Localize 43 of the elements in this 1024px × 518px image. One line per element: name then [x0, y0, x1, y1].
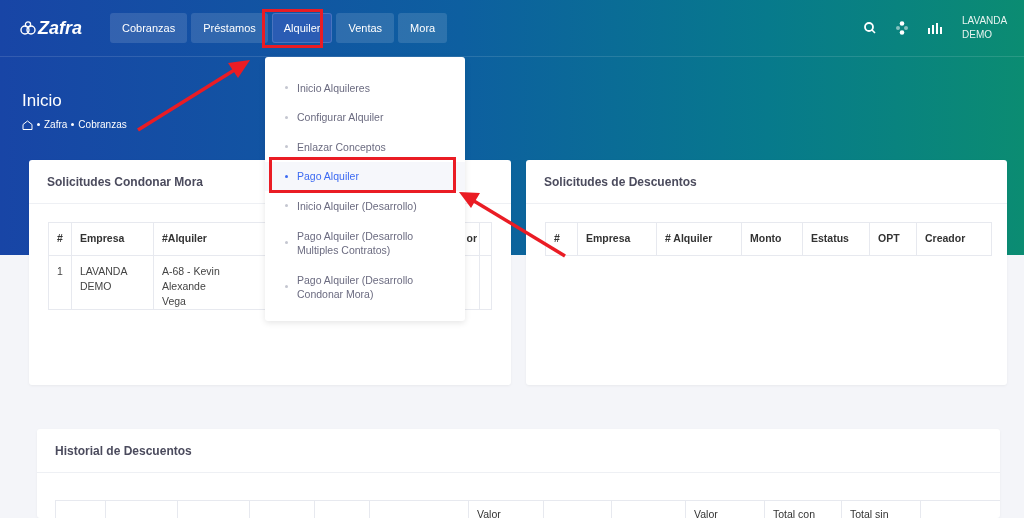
logo-icon — [20, 21, 36, 35]
search-icon[interactable] — [864, 22, 876, 34]
column-header: Empresa — [586, 232, 631, 245]
home-icon[interactable] — [22, 119, 33, 130]
separator-icon — [71, 123, 75, 127]
menu-item[interactable]: Configurar Alquiler — [265, 102, 465, 132]
column-header: Total sin — [850, 508, 889, 518]
apps-icon[interactable] — [896, 21, 908, 35]
nav-tab[interactable]: Mora — [398, 13, 448, 43]
column-header: or — [466, 232, 477, 245]
menu-item[interactable]: Pago Alquiler — [265, 161, 465, 191]
column-header: #Alquiler — [162, 232, 207, 245]
breadcrumb-link[interactable]: Cobranzas — [78, 117, 127, 133]
column-header: Monto — [750, 232, 782, 245]
table-cell: 1 — [57, 265, 63, 277]
card-title: Historial de Descuentos — [37, 429, 1000, 473]
nav-tab[interactable]: Cobranzas — [110, 13, 188, 43]
separator-icon — [37, 123, 40, 127]
menu-item[interactable]: Enlazar Conceptos — [265, 132, 465, 162]
column-header: Valor — [477, 508, 501, 518]
menu-item[interactable]: Pago Alquiler (Desarrollo Multiples Contratos) — [265, 220, 465, 265]
column-header: Empresa — [80, 232, 125, 245]
card-title: Solicitudes de Descuentos — [526, 160, 1007, 204]
nav-tab[interactable]: Ventas — [336, 13, 395, 43]
nav-tab[interactable]: Alquiler — [271, 13, 333, 43]
column-header: # Alquiler — [665, 232, 713, 245]
column-header: Total con — [773, 508, 816, 518]
column-header: Valor — [694, 508, 718, 518]
table-cell: A-68 - Kevin Alexande Vega — [162, 265, 220, 307]
chart-icon[interactable] — [928, 22, 942, 34]
column-header: Estatus — [811, 232, 849, 245]
column-header: # — [57, 232, 63, 245]
logo-text[interactable]: Zafra — [38, 14, 82, 42]
menu-item[interactable]: Pago Alquiler (Desarrollo Condonar Mora) — [265, 264, 465, 309]
column-header: Creador — [925, 232, 966, 245]
nav-tab[interactable]: Préstamos — [191, 13, 268, 43]
page-title: Inicio — [22, 91, 63, 112]
column-header: OPT — [878, 232, 900, 245]
breadcrumb-link[interactable]: Zafra — [44, 117, 68, 133]
menu-item[interactable]: Inicio Alquileres — [265, 73, 465, 103]
table-cell: LAVANDA DEMO — [80, 265, 128, 292]
highlight-box — [262, 9, 323, 48]
column-header: # — [554, 232, 560, 245]
